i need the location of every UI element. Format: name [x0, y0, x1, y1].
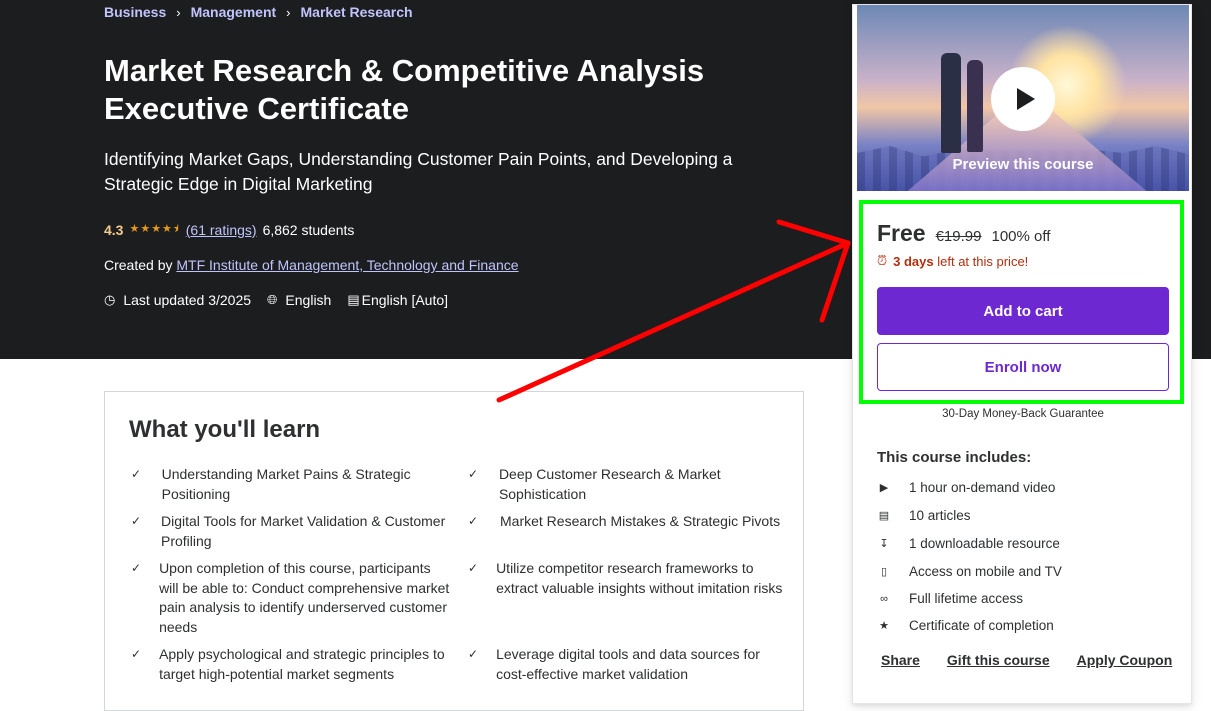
- play-icon: [1016, 88, 1035, 110]
- trophy-icon: ★: [879, 620, 889, 632]
- check-icon: ✓: [468, 647, 479, 661]
- money-back-guarantee: 30-Day Money-Back Guarantee: [942, 408, 1104, 420]
- learn-item-text: Utilize competitor research frameworks t…: [496, 560, 783, 596]
- list-item: ✓ Market Research Mistakes & Strategic P…: [468, 512, 788, 532]
- mobile-icon: ▯: [880, 566, 888, 578]
- breadcrumb: Business › Management › Market Research: [104, 4, 413, 20]
- play-button[interactable]: [991, 67, 1055, 131]
- rating-value: 4.3: [104, 221, 124, 238]
- card-actions: Share Gift this course Apply Coupon: [881, 652, 1172, 668]
- includes-title: This course includes:: [877, 449, 1032, 466]
- learn-item-text: Leverage digital tools and data sources …: [496, 646, 760, 682]
- learn-item-text: Upon completion of this course, particip…: [159, 560, 450, 635]
- learn-item-text: Digital Tools for Market Validation & Cu…: [160, 513, 446, 549]
- star-rating-icon: ★★★★⯨: [129, 223, 180, 235]
- include-text: 1 hour on-demand video: [909, 480, 1056, 495]
- preview-image-person: [967, 60, 983, 152]
- course-language: English: [285, 292, 332, 308]
- article-icon: ▤: [878, 510, 890, 522]
- check-icon: ✓: [131, 514, 142, 528]
- include-item: ▯ Access on mobile and TV: [877, 564, 1062, 579]
- include-item: ▤ 10 articles: [877, 508, 971, 523]
- chevron-right-icon: ›: [286, 4, 291, 20]
- include-text: Full lifetime access: [909, 591, 1024, 606]
- share-button[interactable]: Share: [881, 652, 920, 668]
- include-item: ★ Certificate of completion: [877, 618, 1054, 633]
- gift-course-button[interactable]: Gift this course: [947, 652, 1050, 668]
- learn-item-text: Deep Customer Research & Market Sophisti…: [498, 466, 721, 502]
- list-item: ✓ Digital Tools for Market Validation & …: [131, 512, 451, 551]
- include-item: ↧ 1 downloadable resource: [877, 536, 1060, 551]
- breadcrumb-market-research[interactable]: Market Research: [301, 4, 413, 20]
- last-updated: Last updated 3/2025: [123, 292, 252, 308]
- course-meta: ◷ Last updated 3/2025 🌐︎ English ▤ Engli…: [104, 292, 448, 308]
- include-item: ∞ Full lifetime access: [877, 591, 1023, 606]
- check-icon: ✓: [131, 467, 142, 481]
- list-item: ✓ Apply psychological and strategic prin…: [131, 645, 451, 684]
- course-subtitle: Identifying Market Gaps, Understanding C…: [104, 149, 733, 194]
- captions-icon: ▤: [347, 292, 360, 307]
- instructor-link[interactable]: MTF Institute of Management, Technology …: [176, 257, 518, 273]
- check-icon: ✓: [468, 467, 479, 481]
- rating-row: 4.3 ★★★★⯨ (61 ratings) 6,862 students: [104, 220, 354, 239]
- download-icon: ↧: [879, 538, 889, 550]
- chevron-right-icon: ›: [176, 4, 181, 20]
- course-preview-video[interactable]: Preview this course: [857, 5, 1189, 191]
- ratings-link[interactable]: (61 ratings): [186, 222, 257, 238]
- include-item: ▶ 1 hour on-demand video: [877, 480, 1056, 495]
- breadcrumb-management[interactable]: Management: [191, 4, 277, 20]
- video-icon: ▶: [879, 482, 889, 494]
- check-icon: ✓: [131, 647, 142, 661]
- include-text: Certificate of completion: [909, 618, 1054, 633]
- list-item: ✓ Utilize competitor research frameworks…: [468, 559, 788, 598]
- created-by-label: Created by: [104, 257, 173, 273]
- check-icon: ✓: [131, 561, 142, 575]
- preview-label: Preview this course: [952, 156, 1094, 173]
- what-you-will-learn: What you'll learn ✓ Understanding Market…: [104, 391, 804, 711]
- created-by: Created by MTF Institute of Management, …: [104, 257, 519, 273]
- apply-coupon-button[interactable]: Apply Coupon: [1077, 652, 1173, 668]
- breadcrumb-business[interactable]: Business: [104, 4, 166, 20]
- check-icon: ✓: [468, 514, 479, 528]
- alert-clock-icon: ◷: [104, 292, 116, 307]
- include-text: 10 articles: [909, 508, 971, 523]
- list-item: ✓ Upon completion of this course, partic…: [131, 559, 451, 637]
- learn-title: What you'll learn: [129, 416, 321, 443]
- course-title: Market Research & Competitive Analysis E…: [104, 53, 705, 126]
- globe-icon: 🌐︎: [267, 292, 278, 307]
- learn-item-text: Market Research Mistakes & Strategic Piv…: [500, 513, 781, 529]
- students-count: 6,862 students: [262, 221, 355, 238]
- purchase-card: Preview this course Free €19.99 100% off…: [852, 4, 1192, 704]
- infinity-icon: ∞: [880, 592, 888, 605]
- learn-item-text: Apply psychological and strategic princi…: [159, 646, 445, 682]
- green-highlight-box: [859, 200, 1184, 404]
- include-text: 1 downloadable resource: [909, 536, 1060, 551]
- course-captions: English [Auto]: [361, 292, 449, 308]
- check-icon: ✓: [468, 561, 479, 575]
- list-item: ✓ Leverage digital tools and data source…: [468, 645, 788, 684]
- list-item: ✓ Understanding Market Pains & Strategic…: [131, 465, 451, 504]
- list-item: ✓ Deep Customer Research & Market Sophis…: [468, 465, 788, 504]
- include-text: Access on mobile and TV: [909, 564, 1062, 579]
- learn-item-text: Understanding Market Pains & Strategic P…: [161, 466, 411, 502]
- preview-image-person: [941, 53, 961, 153]
